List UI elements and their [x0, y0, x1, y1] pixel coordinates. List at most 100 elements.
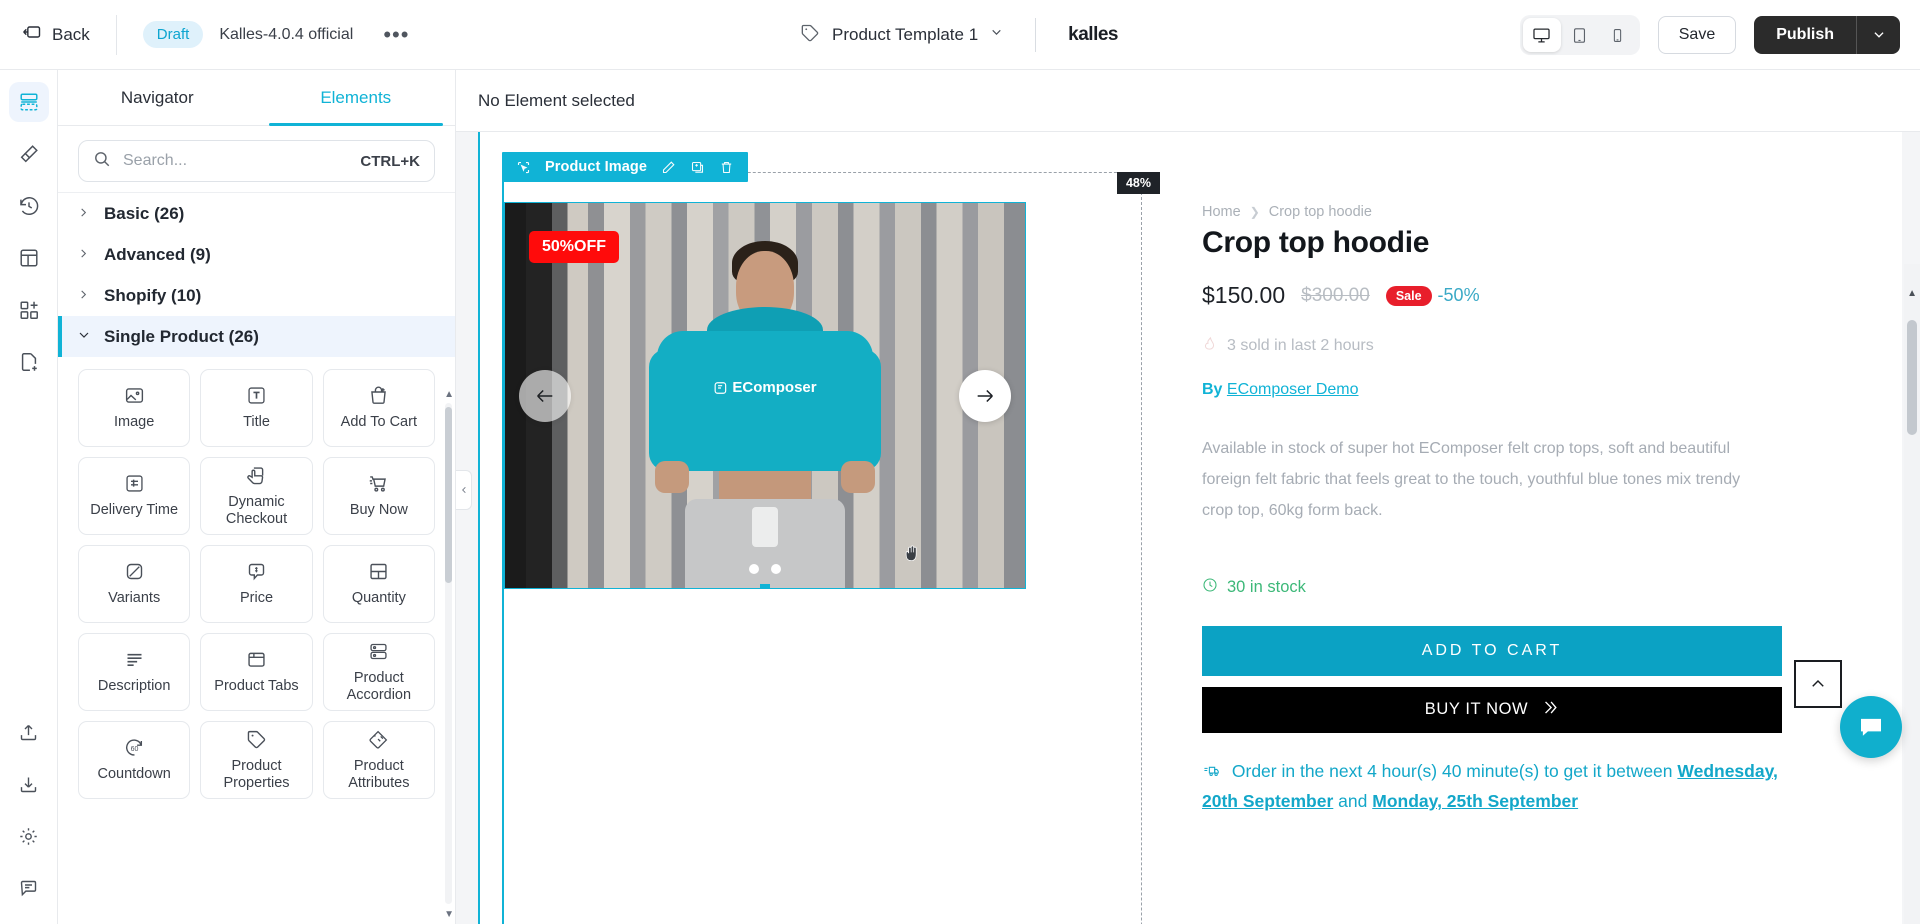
element-description[interactable]: Description	[78, 633, 191, 711]
stock-text: 30 in stock	[1227, 577, 1306, 596]
element-product-tabs[interactable]: Product Tabs	[200, 633, 313, 711]
duplicate-icon[interactable]	[690, 160, 705, 175]
brand-divider	[1035, 18, 1037, 52]
theme-name[interactable]: Kalles-4.0.4 official	[219, 26, 353, 44]
upload-icon[interactable]	[9, 712, 49, 752]
back-button[interactable]: Back	[22, 22, 90, 47]
vendor-link[interactable]: EComposer Demo	[1227, 381, 1359, 398]
section-left-edge	[478, 132, 480, 924]
category-label: Shopify (10)	[104, 285, 202, 305]
hoodie-brand-print: EComposer	[713, 379, 817, 396]
add-to-cart-button[interactable]: ADD TO CART	[1202, 625, 1782, 676]
search-input[interactable]	[123, 152, 349, 170]
product-photo[interactable]: 50%OFF EComposer	[504, 202, 1026, 589]
toolbar-divider	[115, 14, 117, 55]
element-label: Product Attributes	[348, 757, 410, 791]
category-shopify[interactable]: Shopify (10)	[58, 275, 455, 316]
search-box[interactable]: CTRL+K	[78, 140, 435, 182]
publish-button[interactable]: Publish	[1754, 16, 1856, 54]
shipping-date-to[interactable]: Monday, 25th September	[1372, 791, 1578, 811]
mobile-view-button[interactable]	[1599, 18, 1637, 52]
canvas-scroll-up-icon[interactable]: ▲	[1907, 288, 1917, 299]
template-selector[interactable]: Product Template 1	[800, 23, 1003, 48]
tab-navigator[interactable]: Navigator	[58, 70, 257, 125]
model-hand-left	[655, 461, 689, 493]
new-page-icon[interactable]	[9, 342, 49, 382]
element-add-to-cart[interactable]: Add To Cart	[322, 369, 435, 447]
category-single-product[interactable]: Single Product (26)	[58, 316, 455, 357]
element-product-properties[interactable]: Product Properties	[200, 721, 313, 799]
tablet-view-button[interactable]	[1561, 18, 1599, 52]
resize-handle[interactable]	[760, 584, 770, 588]
price-row: $150.00 $300.00 Sale -50%	[1202, 282, 1782, 309]
editor-canvas[interactable]: Product Image 48% 50%OFF EComposer Home …	[456, 132, 1920, 924]
chat-widget-button[interactable]	[1840, 696, 1902, 758]
element-label: Product Accordion	[346, 669, 412, 703]
element-delivery-time[interactable]: Delivery Time	[78, 457, 191, 535]
dynamic-checkout-icon	[246, 465, 267, 486]
select-parent-icon[interactable]	[516, 160, 531, 175]
scroll-up-icon[interactable]: ▲	[444, 389, 454, 400]
element-title[interactable]: Title	[200, 369, 313, 447]
element-image[interactable]: Image	[78, 369, 191, 447]
next-image-button[interactable]	[959, 369, 1011, 422]
canvas-scrollbar-thumb[interactable]	[1907, 320, 1917, 435]
breadcrumb-home[interactable]: Home	[1202, 204, 1241, 220]
tab-elements[interactable]: Elements	[257, 70, 456, 126]
scroll-down-icon[interactable]: ▼	[444, 909, 454, 920]
category-advanced[interactable]: Advanced (9)	[58, 234, 455, 275]
description-icon	[124, 649, 145, 670]
scroll-to-top-button[interactable]	[1794, 660, 1842, 708]
gear-icon[interactable]	[9, 816, 49, 856]
pagination-dot[interactable]	[771, 564, 781, 574]
panel-scrollbar-thumb[interactable]	[445, 407, 452, 583]
add-blocks-icon[interactable]	[9, 290, 49, 330]
element-product-attributes[interactable]: Product Attributes	[322, 721, 435, 799]
element-quantity[interactable]: Quantity	[322, 545, 435, 623]
element-price[interactable]: Price	[200, 545, 313, 623]
product-info-block: Home ❯ Crop top hoodie Crop top hoodie $…	[1202, 152, 1782, 816]
chevron-right-icon	[78, 288, 90, 303]
chat-icon[interactable]	[9, 868, 49, 908]
download-icon[interactable]	[9, 764, 49, 804]
history-icon[interactable]	[9, 186, 49, 226]
layout-icon[interactable]	[9, 238, 49, 278]
status-badge[interactable]: Draft	[142, 21, 204, 48]
shipping-prefix-text: Order in the next 4 hour(s) 40 minute(s)…	[1231, 760, 1673, 781]
element-label: Product Tabs	[214, 678, 299, 695]
category-basic[interactable]: Basic (26)	[58, 193, 455, 234]
save-button[interactable]: Save	[1657, 16, 1737, 54]
publish-button-group[interactable]: Publish	[1754, 16, 1900, 54]
buy-it-now-button[interactable]: BUY IT NOW	[1202, 686, 1782, 733]
element-dynamic-checkout[interactable]: Dynamic Checkout	[200, 457, 313, 535]
element-product-accordion[interactable]: Product Accordion	[322, 633, 435, 711]
element-category-list: Basic (26) Advanced (9) Shopify (10) Sin…	[58, 192, 455, 924]
block-toolbar[interactable]: Product Image	[502, 152, 749, 182]
buy-now-label: BUY IT NOW	[1424, 700, 1529, 719]
element-buy-now[interactable]: Buy Now	[322, 457, 435, 535]
publish-dropdown-button[interactable]	[1856, 16, 1900, 54]
sections-icon[interactable]	[8, 82, 49, 122]
hand-cursor-icon	[902, 542, 922, 571]
edit-icon[interactable]	[661, 160, 676, 175]
more-options-button[interactable]: •••	[379, 23, 413, 45]
page-title: Crop top hoodie	[1202, 226, 1430, 259]
element-countdown[interactable]: 60 Countdown	[78, 721, 191, 799]
brush-icon[interactable]	[9, 134, 49, 174]
element-label: Description	[97, 678, 171, 695]
double-chevron-right-icon	[1540, 698, 1559, 722]
element-variants[interactable]: Variants	[78, 545, 191, 623]
image-icon	[124, 385, 145, 406]
desktop-view-button[interactable]	[1522, 18, 1561, 52]
sale-badge: Sale	[1385, 285, 1432, 306]
product-accordion-icon	[368, 641, 389, 662]
model-figure: EComposer	[635, 211, 895, 588]
delete-icon[interactable]	[719, 160, 734, 175]
element-label: Delivery Time	[90, 502, 179, 519]
pagination-dot[interactable]	[749, 564, 759, 574]
prev-image-button[interactable]	[519, 369, 571, 422]
category-label: Advanced (9)	[104, 244, 211, 264]
panel-collapse-handle[interactable]	[456, 470, 472, 510]
product-image-block[interactable]: Product Image 48% 50%OFF EComposer	[502, 152, 1160, 924]
template-switcher-area: Product Template 1 kalles	[800, 0, 1118, 70]
